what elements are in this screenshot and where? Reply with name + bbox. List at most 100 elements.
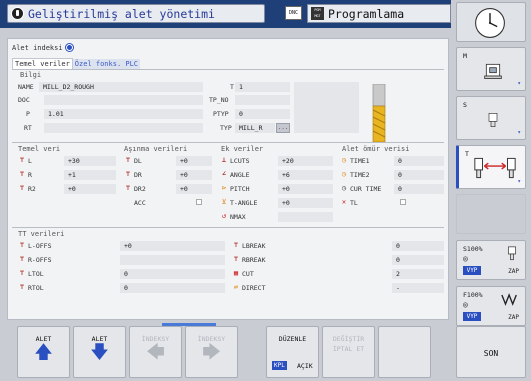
name-label: NAME [18, 83, 34, 91]
p-field[interactable]: 1.01 [44, 109, 203, 119]
softkey-edit[interactable]: DÜZENLE KPL AÇIK [266, 326, 319, 378]
f-override-label: F100% [463, 291, 483, 299]
temel-title: Temel veri [18, 145, 61, 153]
discard-label-1: DEĞİŞTİR [332, 335, 365, 343]
asinma-dl-label: DL [134, 157, 142, 165]
milling-tool-icon [372, 84, 386, 143]
delta-radius2-icon: ⊤ [125, 184, 131, 192]
tt-direct-field[interactable]: - [392, 283, 444, 293]
softkey-index-right[interactable]: İNDEKSY 🡆 [185, 326, 238, 378]
dnc-icon: DNC [285, 6, 302, 20]
softkey-index-left[interactable]: İNDEKSY 🡄 [129, 326, 182, 378]
tt-ltol-field[interactable]: 0 [120, 269, 225, 279]
ek-angle-field[interactable]: +6 [278, 170, 333, 180]
clock-icon [475, 8, 505, 38]
tt-cut-label: CUT [242, 270, 254, 278]
nmax-icon: ↺ [221, 212, 227, 220]
bilgi-title: Bilgi [20, 71, 42, 79]
delta-length-icon: ⊤ [125, 156, 131, 164]
name-field[interactable]: MILL_D2_ROUGH [39, 82, 203, 92]
ptyp-field[interactable]: 0 [235, 109, 290, 119]
tt-loffs-field[interactable]: +0 [120, 241, 225, 251]
softkey-tool-down[interactable]: ALET 🡇 [73, 326, 126, 378]
temel-r-field[interactable]: +1 [64, 170, 116, 180]
acik-label: AÇIK [297, 362, 313, 370]
temel-l-field[interactable]: +30 [64, 156, 116, 166]
tt-direct-label: DIRECT [242, 284, 266, 292]
tt-rbreak-field[interactable]: 0 [392, 255, 444, 265]
softkey-s[interactable]: S ▾ [456, 96, 526, 140]
l-offs-icon: ⊤ [19, 241, 25, 249]
softkey-m-label: M [463, 52, 467, 60]
s-zap-label: ZAP [508, 268, 519, 275]
ek-tangle-field[interactable]: +0 [278, 198, 333, 208]
omur-curtime-field[interactable]: 0 [394, 184, 444, 194]
app-title-box: Geliştirilmiş alet yönetimi [7, 4, 265, 23]
asinma-dr2-field[interactable]: +0 [176, 184, 212, 194]
doc-label: DOC [18, 96, 30, 104]
omur-time1-field[interactable]: 0 [394, 156, 444, 166]
edit-label: DÜZENLE [278, 335, 307, 343]
temel-r2-field[interactable]: +0 [64, 184, 116, 194]
softkey-tool-up[interactable]: ALET 🡅 [17, 326, 70, 378]
omur-time2-field[interactable]: 0 [394, 170, 444, 180]
typ-field[interactable]: MILL_R [235, 123, 275, 133]
t-field[interactable]: 1 [235, 82, 290, 92]
radius2-icon: ⊤ [19, 184, 25, 192]
feed-wave-icon [501, 293, 517, 306]
index-radio-icon[interactable] [65, 44, 73, 51]
tt-rtol-label: RTOL [28, 284, 44, 292]
tool-editor-panel: Alet indeksi Temel veriler Özel fonks. PL… [7, 38, 449, 320]
f-zap-label: ZAP [508, 314, 519, 321]
softkey-discard[interactable]: DEĞİŞTİR İPTAL ET [322, 326, 375, 378]
tab-basic-data[interactable]: Temel veriler [12, 58, 73, 69]
feed-override[interactable]: F100% ◎ VYP ZAP [456, 286, 526, 326]
temel-r-label: R [28, 171, 32, 179]
ek-pitch-field[interactable]: +0 [278, 184, 333, 194]
ek-lcuts-field[interactable]: +20 [278, 156, 333, 166]
ek-angle-label: ANGLE [230, 171, 250, 179]
asinma-dr-field[interactable]: +0 [176, 170, 212, 180]
asinma-title: Aşınma verileri [124, 145, 188, 153]
mode-title-box: PGM MGT Programlama [307, 4, 451, 23]
spindle-override[interactable]: S100% ◎ VYP ZAP [456, 240, 526, 280]
softkey-t[interactable]: T ▾ [456, 145, 526, 189]
tt-roffs-field[interactable] [120, 255, 225, 265]
asinma-dl-field[interactable]: +0 [176, 156, 212, 166]
softkey-m-arrow-icon: ▾ [517, 80, 521, 87]
tl-checkbox[interactable] [400, 199, 406, 205]
tt-ltol-label: LTOL [28, 270, 44, 278]
ltol-icon: ⊤ [19, 269, 25, 277]
right-softkey-strip: M ▾ S ▾ T ▾ S100% ◎ VYP ZAP F100% ◎ VYP … [452, 0, 531, 381]
tpno-field[interactable] [235, 95, 290, 105]
clock-key [456, 2, 526, 42]
pitch-icon: ⊳ [221, 184, 227, 192]
direct-icon: ⇄ [233, 283, 239, 291]
end-label: SON [483, 349, 499, 358]
pgm-mgt-icon: PGM MGT [311, 7, 324, 20]
typ-label: TYP [220, 124, 232, 132]
omur-curtime-label: CUR TIME [350, 185, 382, 193]
acc-checkbox[interactable] [196, 199, 202, 205]
angle-icon: ∠ [221, 170, 227, 178]
omur-tl-label: TL [350, 199, 358, 207]
p-label: P [26, 110, 30, 118]
softkey-empty-bottom[interactable] [378, 326, 431, 378]
cut-icon: ▦ [233, 269, 239, 277]
typ-select-button[interactable]: ... [276, 123, 290, 133]
softkey-end[interactable]: SON [456, 326, 526, 378]
s-override-label: S100% [463, 245, 483, 253]
softkey-m[interactable]: M ▾ [456, 47, 526, 91]
arrow-down-icon: 🡇 [90, 342, 109, 363]
ek-title: Ek veriler [221, 145, 264, 153]
softkey-empty[interactable] [456, 194, 526, 234]
rt-field[interactable] [44, 123, 203, 133]
tt-rtol-field[interactable]: 0 [120, 283, 225, 293]
tt-cut-field[interactable]: 2 [392, 269, 444, 279]
tt-lbreak-field[interactable]: 0 [392, 241, 444, 251]
doc-field[interactable] [44, 95, 203, 105]
ek-nmax-field[interactable] [278, 212, 333, 222]
tool-change-icon [474, 157, 516, 179]
index-label: Alet indeksi [12, 44, 63, 52]
softkey-t-arrow-icon: ▾ [517, 178, 521, 185]
